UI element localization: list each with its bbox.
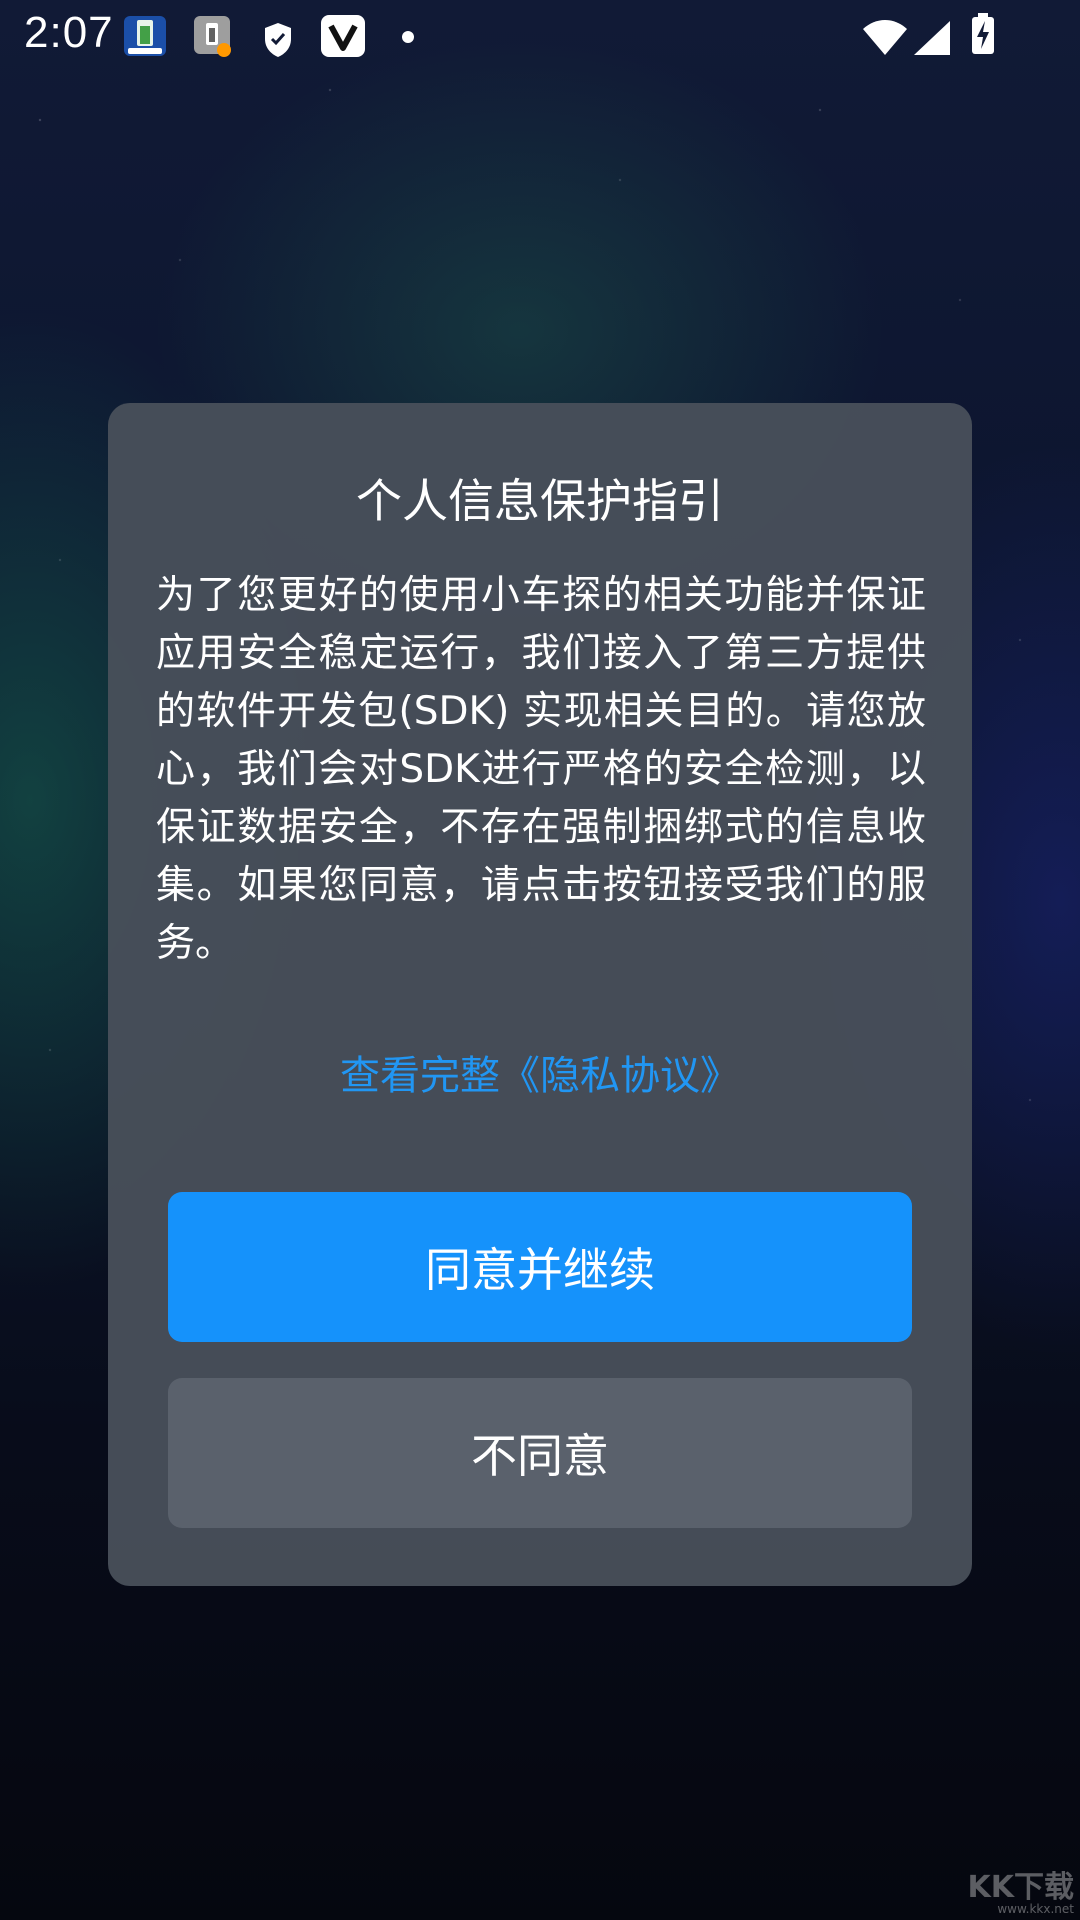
privacy-dialog: 个人信息保护指引 为了您更好的使用小车探的相关功能并保证应用安全稳定运行，我们接… [108, 403, 972, 1586]
disagree-button[interactable]: 不同意 [168, 1378, 912, 1528]
agree-button[interactable]: 同意并继续 [168, 1192, 912, 1342]
dialog-title: 个人信息保护指引 [356, 474, 724, 528]
status-time: 2:07 [24, 8, 114, 57]
notification-dot-icon [402, 31, 414, 43]
shield-icon [265, 23, 291, 57]
dialog-body: 为了您更好的使用小车探的相关功能并保证应用安全稳定运行，我们接入了第三方提供的软… [156, 573, 926, 966]
status-bar: 2:07 [0, 0, 1080, 72]
screen: 2:07 个人信息保护指引 为了您更好的使用小车探的相关功能并保证应用安全稳定运… [0, 0, 1080, 1920]
battery-alert-icon [194, 16, 231, 57]
privacy-policy-link[interactable]: 查看完整《隐私协议》 [108, 1049, 972, 1103]
watermark: KK下载 www.kkx.net [954, 1862, 1075, 1918]
wifi-icon [863, 20, 907, 55]
disagree-button-label: 不同意 [471, 1429, 609, 1483]
signal-icon [914, 21, 950, 55]
battery-charging-icon [972, 13, 994, 54]
watermark-text: KK下载 [967, 1870, 1075, 1905]
agree-button-label: 同意并继续 [425, 1243, 655, 1297]
battery-app-icon [124, 16, 166, 56]
v-app-icon [321, 15, 365, 57]
